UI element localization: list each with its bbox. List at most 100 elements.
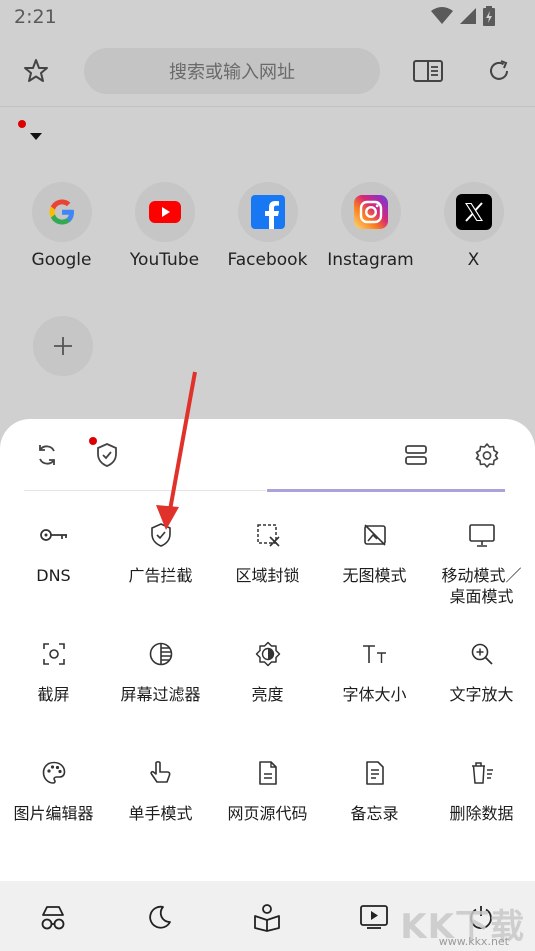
rotate-button[interactable] [27,435,67,475]
shortcut-label: Instagram [327,250,414,270]
shortcut-youtube[interactable]: YouTube [113,182,216,270]
toolbar-divider [0,106,535,107]
hand-pointer-icon [145,757,177,789]
x-icon [443,182,504,242]
rotate-icon [39,445,55,465]
screen-filter-icon [145,638,177,670]
menu-item-screen-filter[interactable]: 屏幕过滤器 [107,638,214,757]
memo-icon [359,757,391,789]
font-size-icon [359,638,391,670]
add-shortcut-button[interactable] [33,316,93,376]
shield-check-icon [145,519,177,551]
speed-dial: Google YouTube Facebook Instagram X [10,182,525,270]
menu-item-font-size[interactable]: 字体大小 [321,638,428,757]
shield-check-icon [97,443,117,467]
zoom-in-icon [466,638,498,670]
bookmark-star-button[interactable] [16,51,56,91]
menu-item-page-source[interactable]: 网页源代码 [214,757,321,876]
menu-item-label: 单手模式 [128,804,193,823]
menu-item-brightness[interactable]: 亮度 [214,638,321,757]
menu-sheet-header [0,419,535,492]
facebook-icon [237,182,298,242]
menu-item-label: 移动模式／ 桌面模式 [441,566,522,606]
menu-item-one-hand[interactable]: 单手模式 [107,757,214,876]
menu-grid: DNS 广告拦截 区域封锁 无图模式 移动模式／ 桌面模式 截屏 屏幕过滤器 亮… [0,519,535,876]
shortcut-label: Facebook [227,250,308,270]
moon-icon [149,905,171,929]
menu-item-label: 删除数据 [449,804,514,823]
dropdown-arrow-icon[interactable] [29,131,43,141]
status-bar: 2:21 [0,0,535,36]
shortcut-label: Google [31,250,92,270]
wifi-icon [431,7,453,24]
video-button[interactable] [356,899,392,935]
book-reader-icon [254,904,280,932]
incognito-button[interactable] [35,899,71,935]
menu-item-label: 屏幕过滤器 [120,685,201,704]
signal-icon [460,8,476,24]
palette-icon [38,757,70,789]
play-screen-icon [360,905,388,929]
shortcut-x[interactable]: X [422,182,525,270]
tab-indicator-track [24,490,266,491]
no-image-icon [359,519,391,551]
menu-item-image-editor[interactable]: 图片编辑器 [0,757,107,876]
google-icon [31,182,92,242]
menu-item-label: 区域封锁 [235,566,300,585]
gear-icon [475,443,499,468]
battery-icon [483,6,495,26]
menu-item-screenshot[interactable]: 截屏 [0,638,107,757]
key-icon [38,519,70,551]
layout-toggle-button[interactable] [396,435,436,475]
menu-item-delete-data[interactable]: 删除数据 [428,757,535,876]
notification-dot [89,437,97,445]
menu-item-label: 备忘录 [350,804,399,823]
shortcut-label: X [467,250,480,270]
shortcut-facebook[interactable]: Facebook [216,182,319,270]
menu-row: 截屏 屏幕过滤器 亮度 字体大小 文字放大 [0,638,535,757]
menu-row: DNS 广告拦截 区域封锁 无图模式 移动模式／ 桌面模式 [0,519,535,638]
menu-sheet: DNS 广告拦截 区域封锁 无图模式 移动模式／ 桌面模式 截屏 屏幕过滤器 亮… [0,419,535,881]
status-time: 2:21 [14,6,57,28]
reading-mode-button[interactable] [249,899,285,935]
instagram-icon [340,182,401,242]
layout-icon [405,445,427,465]
screenshot-icon [38,638,70,670]
notification-dot [18,120,26,128]
menu-item-area-block[interactable]: 区域封锁 [214,519,321,638]
settings-button[interactable] [467,435,507,475]
shortcut-google[interactable]: Google [10,182,113,270]
menu-item-label: DNS [36,566,71,585]
menu-item-label: 图片编辑器 [13,804,94,823]
menu-item-memo[interactable]: 备忘录 [321,757,428,876]
menu-item-label: 广告拦截 [128,566,193,585]
refresh-button[interactable] [479,51,519,91]
star-icon [24,59,48,82]
plus-icon [54,337,72,355]
menu-item-text-zoom[interactable]: 文字放大 [428,638,535,757]
menu-item-mobile-desktop[interactable]: 移动模式／ 桌面模式 [428,519,535,638]
menu-item-dns[interactable]: DNS [0,519,107,638]
menu-item-label: 亮度 [251,685,284,704]
reader-icon [413,60,443,82]
browser-toolbar: 搜索或输入网址 [0,36,535,106]
source-code-icon [252,757,284,789]
youtube-icon [134,182,195,242]
menu-item-no-image[interactable]: 无图模式 [321,519,428,638]
reader-mode-button[interactable] [408,51,448,91]
night-mode-button[interactable] [142,899,178,935]
menu-item-ad-block[interactable]: 广告拦截 [107,519,214,638]
shortcut-label: YouTube [129,250,200,270]
trash-icon [466,757,498,789]
tab-indicator-active [267,489,505,492]
search-input[interactable]: 搜索或输入网址 [84,48,380,94]
brightness-icon [252,638,284,670]
monitor-icon [466,519,498,551]
menu-item-label: 网页源代码 [227,804,308,823]
area-block-icon [252,519,284,551]
shortcut-instagram[interactable]: Instagram [319,182,422,270]
menu-item-label: 无图模式 [342,566,407,585]
refresh-icon [490,60,508,80]
status-icons [431,6,495,26]
incognito-icon [41,906,65,930]
